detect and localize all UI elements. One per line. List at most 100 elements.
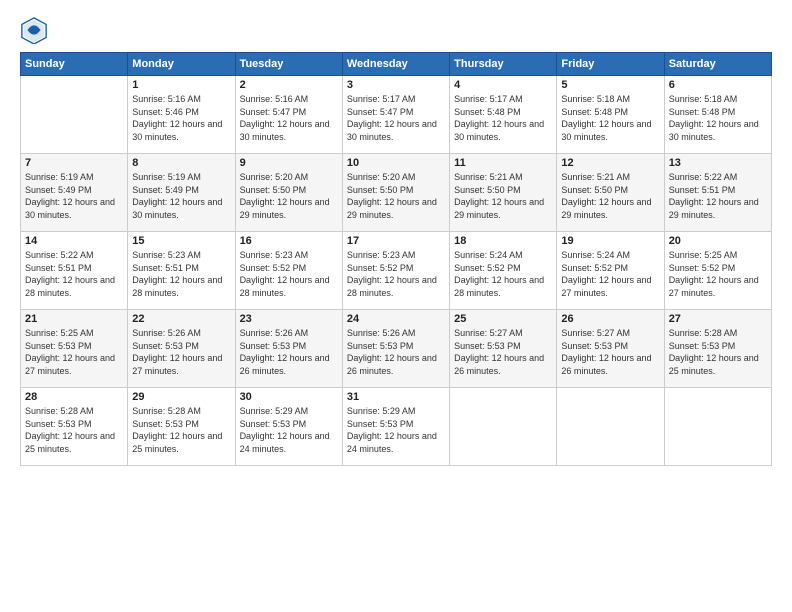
calendar-cell: 22Sunrise: 5:26 AMSunset: 5:53 PMDayligh… bbox=[128, 310, 235, 388]
calendar-cell: 16 Sunrise: 5:23 AMSunset: 5:52 PMDayligh… bbox=[235, 232, 342, 310]
calendar-cell: 25 Sunrise: 5:27 AMSunset: 5:53 PMDayligh… bbox=[450, 310, 557, 388]
calendar-cell: 21 Sunrise: 5:25 AMSunset: 5:53 PMDayligh… bbox=[21, 310, 128, 388]
day-number: 31 bbox=[347, 391, 445, 403]
calendar-week-1: 1 Sunrise: 5:16 AMSunset: 5:46 PMDaylight… bbox=[21, 76, 772, 154]
day-number: 4 bbox=[454, 79, 552, 91]
day-info: Sunrise: 5:19 AMSunset: 5:49 PMDaylight:… bbox=[25, 171, 123, 221]
calendar-cell: 30 Sunrise: 5:29 AMSunset: 5:53 PMDayligh… bbox=[235, 388, 342, 466]
day-number: 7 bbox=[25, 157, 123, 169]
header-cell-saturday: Saturday bbox=[664, 53, 771, 76]
day-number: 23 bbox=[240, 313, 338, 325]
calendar-cell: 10 Sunrise: 5:20 AMSunset: 5:50 PMDayligh… bbox=[342, 154, 449, 232]
calendar-cell: 6 Sunrise: 5:18 AMSunset: 5:48 PMDaylight… bbox=[664, 76, 771, 154]
header-cell-friday: Friday bbox=[557, 53, 664, 76]
calendar-cell bbox=[664, 388, 771, 466]
calendar-cell: 17 Sunrise: 5:23 AMSunset: 5:52 PMDayligh… bbox=[342, 232, 449, 310]
day-info: Sunrise: 5:20 AMSunset: 5:50 PMDaylight:… bbox=[347, 171, 445, 221]
day-number: 9 bbox=[240, 157, 338, 169]
calendar-cell: 18 Sunrise: 5:24 AMSunset: 5:52 PMDayligh… bbox=[450, 232, 557, 310]
day-info: Sunrise: 5:26 AMSunset: 5:53 PMDaylight:… bbox=[347, 327, 445, 377]
day-info: Sunrise: 5:22 AMSunset: 5:51 PMDaylight:… bbox=[25, 249, 123, 299]
calendar-body: 1 Sunrise: 5:16 AMSunset: 5:46 PMDaylight… bbox=[21, 76, 772, 466]
calendar-table: SundayMondayTuesdayWednesdayThursdayFrid… bbox=[20, 52, 772, 466]
day-number: 11 bbox=[454, 157, 552, 169]
day-info: Sunrise: 5:17 AMSunset: 5:47 PMDaylight:… bbox=[347, 93, 445, 143]
calendar-cell: 2Sunrise: 5:16 AMSunset: 5:47 PMDaylight… bbox=[235, 76, 342, 154]
day-info: Sunrise: 5:29 AMSunset: 5:53 PMDaylight:… bbox=[240, 405, 338, 455]
calendar-week-2: 7 Sunrise: 5:19 AMSunset: 5:49 PMDaylight… bbox=[21, 154, 772, 232]
calendar-cell bbox=[21, 76, 128, 154]
day-info: Sunrise: 5:23 AMSunset: 5:52 PMDaylight:… bbox=[240, 249, 338, 299]
calendar-week-3: 14 Sunrise: 5:22 AMSunset: 5:51 PMDayligh… bbox=[21, 232, 772, 310]
header-cell-tuesday: Tuesday bbox=[235, 53, 342, 76]
day-info: Sunrise: 5:26 AMSunset: 5:53 PMDaylight:… bbox=[132, 327, 230, 377]
day-number: 10 bbox=[347, 157, 445, 169]
day-number: 18 bbox=[454, 235, 552, 247]
day-info: Sunrise: 5:17 AMSunset: 5:48 PMDaylight:… bbox=[454, 93, 552, 143]
day-number: 13 bbox=[669, 157, 767, 169]
day-info: Sunrise: 5:16 AMSunset: 5:47 PMDaylight:… bbox=[240, 93, 338, 143]
day-number: 3 bbox=[347, 79, 445, 91]
header-cell-thursday: Thursday bbox=[450, 53, 557, 76]
day-info: Sunrise: 5:24 AMSunset: 5:52 PMDaylight:… bbox=[454, 249, 552, 299]
day-number: 19 bbox=[561, 235, 659, 247]
calendar-cell bbox=[450, 388, 557, 466]
day-number: 21 bbox=[25, 313, 123, 325]
day-number: 5 bbox=[561, 79, 659, 91]
header-row: SundayMondayTuesdayWednesdayThursdayFrid… bbox=[21, 53, 772, 76]
day-info: Sunrise: 5:26 AMSunset: 5:53 PMDaylight:… bbox=[240, 327, 338, 377]
calendar-cell: 5Sunrise: 5:18 AMSunset: 5:48 PMDaylight… bbox=[557, 76, 664, 154]
calendar-cell: 8Sunrise: 5:19 AMSunset: 5:49 PMDaylight… bbox=[128, 154, 235, 232]
calendar-week-5: 28Sunrise: 5:28 AMSunset: 5:53 PMDayligh… bbox=[21, 388, 772, 466]
calendar-cell: 26 Sunrise: 5:27 AMSunset: 5:53 PMDayligh… bbox=[557, 310, 664, 388]
calendar-cell: 31Sunrise: 5:29 AMSunset: 5:53 PMDayligh… bbox=[342, 388, 449, 466]
calendar-cell: 4 Sunrise: 5:17 AMSunset: 5:48 PMDaylight… bbox=[450, 76, 557, 154]
calendar-week-4: 21 Sunrise: 5:25 AMSunset: 5:53 PMDayligh… bbox=[21, 310, 772, 388]
calendar-cell: 15Sunrise: 5:23 AMSunset: 5:51 PMDayligh… bbox=[128, 232, 235, 310]
calendar-cell bbox=[557, 388, 664, 466]
day-info: Sunrise: 5:16 AMSunset: 5:46 PMDaylight:… bbox=[132, 93, 230, 143]
day-info: Sunrise: 5:28 AMSunset: 5:53 PMDaylight:… bbox=[669, 327, 767, 377]
day-info: Sunrise: 5:27 AMSunset: 5:53 PMDaylight:… bbox=[561, 327, 659, 377]
day-info: Sunrise: 5:19 AMSunset: 5:49 PMDaylight:… bbox=[132, 171, 230, 221]
day-number: 29 bbox=[132, 391, 230, 403]
calendar-cell: 24Sunrise: 5:26 AMSunset: 5:53 PMDayligh… bbox=[342, 310, 449, 388]
day-info: Sunrise: 5:23 AMSunset: 5:51 PMDaylight:… bbox=[132, 249, 230, 299]
day-info: Sunrise: 5:24 AMSunset: 5:52 PMDaylight:… bbox=[561, 249, 659, 299]
day-number: 14 bbox=[25, 235, 123, 247]
day-info: Sunrise: 5:25 AMSunset: 5:53 PMDaylight:… bbox=[25, 327, 123, 377]
header bbox=[20, 16, 772, 44]
day-number: 6 bbox=[669, 79, 767, 91]
day-info: Sunrise: 5:28 AMSunset: 5:53 PMDaylight:… bbox=[132, 405, 230, 455]
calendar-cell: 1 Sunrise: 5:16 AMSunset: 5:46 PMDaylight… bbox=[128, 76, 235, 154]
day-number: 12 bbox=[561, 157, 659, 169]
calendar-cell: 9 Sunrise: 5:20 AMSunset: 5:50 PMDaylight… bbox=[235, 154, 342, 232]
page: SundayMondayTuesdayWednesdayThursdayFrid… bbox=[0, 0, 792, 612]
logo bbox=[20, 16, 50, 44]
calendar-cell: 3 Sunrise: 5:17 AMSunset: 5:47 PMDaylight… bbox=[342, 76, 449, 154]
day-info: Sunrise: 5:18 AMSunset: 5:48 PMDaylight:… bbox=[669, 93, 767, 143]
header-cell-wednesday: Wednesday bbox=[342, 53, 449, 76]
calendar-header: SundayMondayTuesdayWednesdayThursdayFrid… bbox=[21, 53, 772, 76]
day-info: Sunrise: 5:20 AMSunset: 5:50 PMDaylight:… bbox=[240, 171, 338, 221]
day-info: Sunrise: 5:27 AMSunset: 5:53 PMDaylight:… bbox=[454, 327, 552, 377]
day-info: Sunrise: 5:23 AMSunset: 5:52 PMDaylight:… bbox=[347, 249, 445, 299]
calendar-cell: 23 Sunrise: 5:26 AMSunset: 5:53 PMDayligh… bbox=[235, 310, 342, 388]
day-number: 1 bbox=[132, 79, 230, 91]
calendar-cell: 12Sunrise: 5:21 AMSunset: 5:50 PMDayligh… bbox=[557, 154, 664, 232]
day-number: 16 bbox=[240, 235, 338, 247]
calendar-cell: 13Sunrise: 5:22 AMSunset: 5:51 PMDayligh… bbox=[664, 154, 771, 232]
day-info: Sunrise: 5:21 AMSunset: 5:50 PMDaylight:… bbox=[454, 171, 552, 221]
header-cell-monday: Monday bbox=[128, 53, 235, 76]
day-number: 30 bbox=[240, 391, 338, 403]
day-info: Sunrise: 5:28 AMSunset: 5:53 PMDaylight:… bbox=[25, 405, 123, 455]
header-cell-sunday: Sunday bbox=[21, 53, 128, 76]
day-number: 26 bbox=[561, 313, 659, 325]
calendar-cell: 28Sunrise: 5:28 AMSunset: 5:53 PMDayligh… bbox=[21, 388, 128, 466]
calendar-cell: 19 Sunrise: 5:24 AMSunset: 5:52 PMDayligh… bbox=[557, 232, 664, 310]
day-info: Sunrise: 5:25 AMSunset: 5:52 PMDaylight:… bbox=[669, 249, 767, 299]
calendar-cell: 7 Sunrise: 5:19 AMSunset: 5:49 PMDaylight… bbox=[21, 154, 128, 232]
day-number: 17 bbox=[347, 235, 445, 247]
day-number: 25 bbox=[454, 313, 552, 325]
logo-icon bbox=[20, 16, 48, 44]
